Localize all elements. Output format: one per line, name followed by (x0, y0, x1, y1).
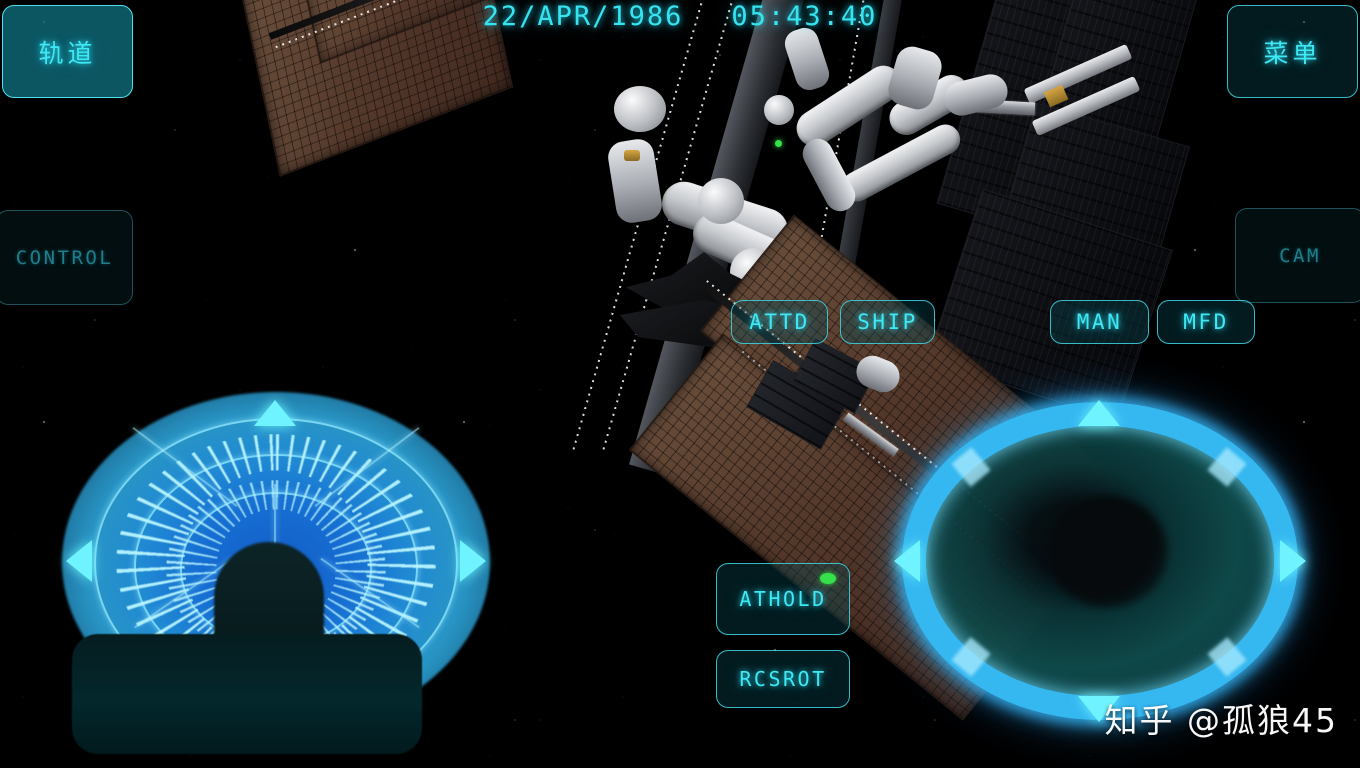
node-sphere-4 (614, 86, 666, 132)
control-button-label: CONTROL (15, 246, 114, 269)
game-viewport: 22/APR/1986 05:43:40 轨道 菜单 CONTROL CAM A… (0, 0, 1360, 768)
menu-button[interactable]: 菜单 (1227, 5, 1358, 98)
athold-button-label: ATHOLD (739, 587, 827, 611)
cam-button[interactable]: CAM (1235, 208, 1360, 303)
rcsrot-button-label: RCSROT (739, 667, 827, 691)
athold-button[interactable]: ATHOLD (716, 563, 850, 635)
module-upper-left-arm (781, 24, 833, 94)
man-button[interactable]: MAN (1050, 300, 1149, 344)
station-green-light (775, 140, 782, 147)
space-station-render (0, 0, 1360, 768)
node-sphere-1 (698, 178, 744, 224)
orbit-button-label: 轨道 (38, 38, 97, 68)
module-port-marking (624, 150, 640, 161)
cam-button-label: CAM (1279, 244, 1321, 267)
menu-button-label: 菜单 (1263, 38, 1322, 68)
ship-button-label: SHIP (857, 310, 918, 334)
attd-button[interactable]: ATTD (731, 300, 828, 344)
attd-button-label: ATTD (749, 310, 810, 334)
ship-button[interactable]: SHIP (840, 300, 935, 344)
mfd-button-label: MFD (1183, 310, 1229, 334)
watermark: 知乎 @孤狼45 (1104, 701, 1338, 740)
node-sphere-3 (764, 95, 794, 125)
man-button-label: MAN (1076, 310, 1123, 334)
orbit-button[interactable]: 轨道 (2, 5, 133, 98)
athold-status-led (820, 573, 836, 584)
rcsrot-button[interactable]: RCSROT (716, 650, 850, 708)
mfd-button[interactable]: MFD (1157, 300, 1255, 344)
control-button[interactable]: CONTROL (0, 210, 133, 305)
